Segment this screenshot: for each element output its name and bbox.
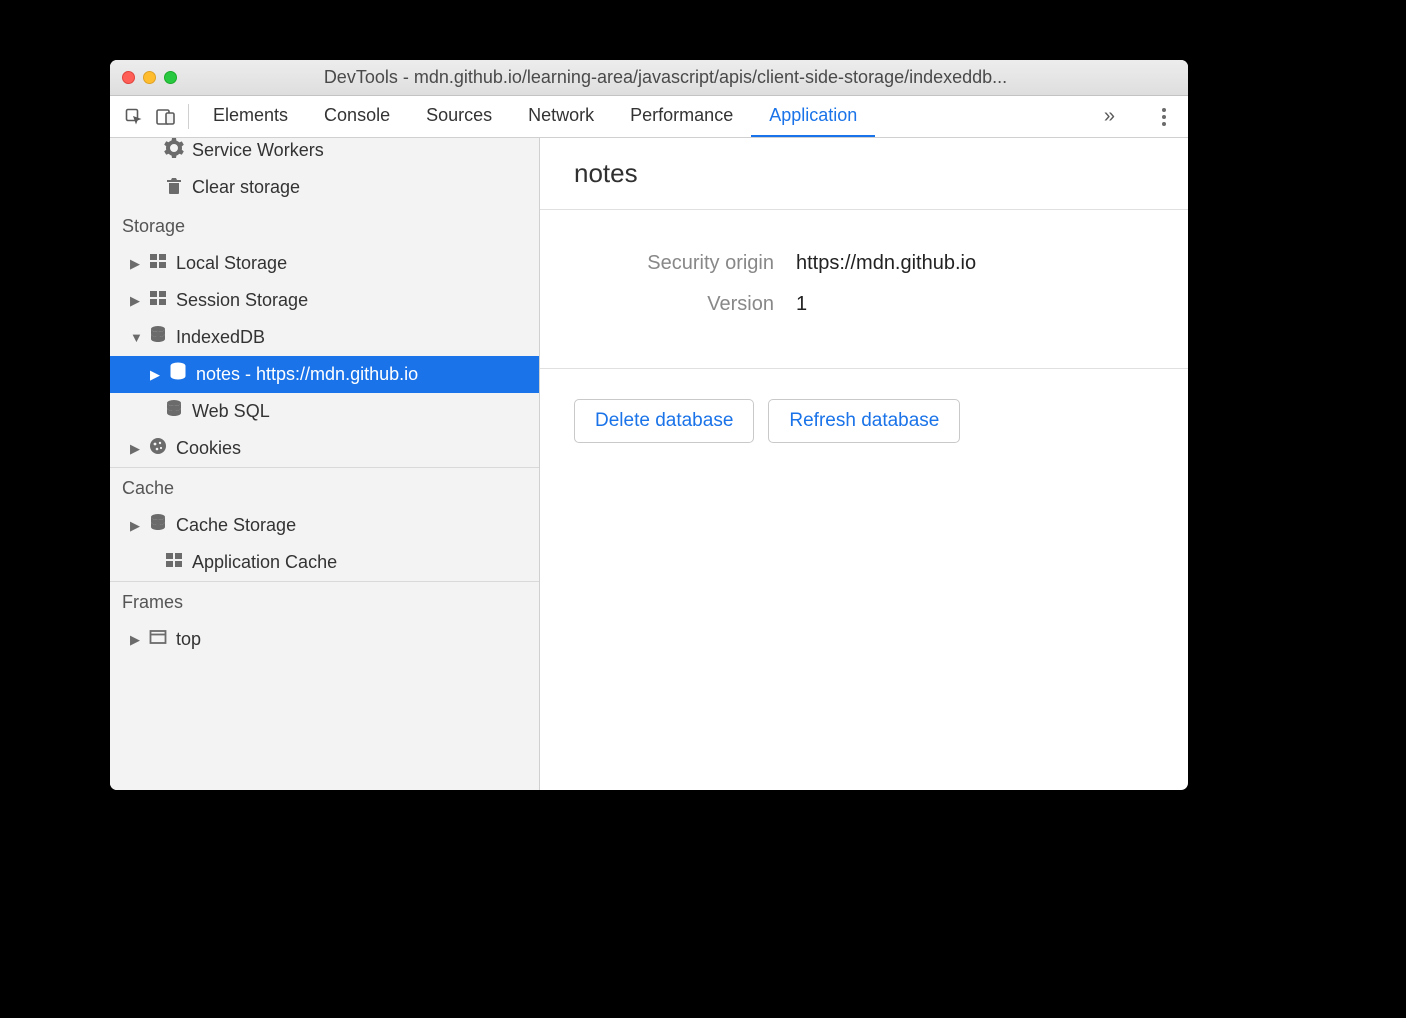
sidebar-item-indexeddb[interactable]: ▼ IndexedDB bbox=[110, 319, 539, 356]
chevron-right-icon: ▶ bbox=[130, 441, 140, 457]
window-title: DevTools - mdn.github.io/learning-area/j… bbox=[195, 67, 1176, 88]
grid-icon bbox=[148, 288, 168, 313]
sidebar-item-label: Clear storage bbox=[192, 177, 300, 198]
sidebar-item-label: top bbox=[176, 629, 201, 650]
sidebar-item-label: Session Storage bbox=[176, 290, 308, 311]
devtools-tabs: ElementsConsoleSourcesNetworkPerformance… bbox=[195, 96, 1096, 137]
sidebar-item-label: Web SQL bbox=[192, 401, 270, 422]
window-titlebar: DevTools - mdn.github.io/learning-area/j… bbox=[110, 60, 1188, 96]
sidebar-item-label: Application Cache bbox=[192, 552, 337, 573]
minimize-window-button[interactable] bbox=[143, 71, 156, 84]
sidebar-item-label: Cache Storage bbox=[176, 515, 296, 536]
delete-database-button[interactable]: Delete database bbox=[574, 399, 754, 443]
grid-icon bbox=[164, 550, 184, 575]
close-window-button[interactable] bbox=[122, 71, 135, 84]
sidebar-item-cookies[interactable]: ▶ Cookies bbox=[110, 430, 539, 467]
chevron-right-icon: ▶ bbox=[130, 632, 140, 648]
property-label: Security origin bbox=[574, 252, 774, 275]
frame-icon bbox=[148, 627, 168, 652]
zoom-window-button[interactable] bbox=[164, 71, 177, 84]
application-sidebar: Service Workers Clear storage Storage ▶ Loc… bbox=[110, 138, 540, 790]
property-value: https://mdn.github.io bbox=[796, 252, 976, 275]
sidebar-item-label: IndexedDB bbox=[176, 327, 265, 348]
chevron-right-icon: ▶ bbox=[130, 518, 140, 534]
sidebar-item-session-storage[interactable]: ▶ Session Storage bbox=[110, 282, 539, 319]
grid-icon bbox=[148, 251, 168, 276]
toolbar-separator bbox=[188, 104, 189, 129]
database-icon bbox=[164, 399, 184, 424]
trash-icon bbox=[164, 175, 184, 200]
application-content: notes Security origin https://mdn.github.… bbox=[540, 138, 1188, 790]
sidebar-item-label: Cookies bbox=[176, 438, 241, 459]
property-label: Version bbox=[574, 293, 774, 316]
sidebar-item-service-workers[interactable]: Service Workers bbox=[110, 138, 539, 169]
sidebar-item-local-storage[interactable]: ▶ Local Storage bbox=[110, 245, 539, 282]
sidebar-section-storage: Storage bbox=[110, 206, 539, 245]
cookie-icon bbox=[148, 436, 168, 461]
property-row: Security origin https://mdn.github.io bbox=[574, 252, 1154, 275]
chevron-down-icon: ▼ bbox=[130, 330, 140, 345]
inspect-element-icon[interactable] bbox=[118, 96, 150, 137]
property-value: 1 bbox=[796, 293, 807, 316]
tabs-overflow-button[interactable]: » bbox=[1104, 105, 1115, 128]
sidebar-item-label: notes - https://mdn.github.io bbox=[196, 364, 418, 385]
tab-elements[interactable]: Elements bbox=[195, 96, 306, 137]
settings-menu-button[interactable] bbox=[1156, 108, 1172, 126]
devtools-toolbar: ElementsConsoleSourcesNetworkPerformance… bbox=[110, 96, 1188, 138]
database-icon bbox=[148, 513, 168, 538]
gear-icon bbox=[164, 138, 184, 163]
sidebar-item-cache-storage[interactable]: ▶ Cache Storage bbox=[110, 507, 539, 544]
sidebar-item-application-cache[interactable]: Application Cache bbox=[110, 544, 539, 581]
tab-sources[interactable]: Sources bbox=[408, 96, 510, 137]
database-actions: Delete database Refresh database bbox=[540, 369, 1188, 473]
tab-console[interactable]: Console bbox=[306, 96, 408, 137]
sidebar-item-notes-https-mdn-github-io[interactable]: ▶ notes - https://mdn.github.io bbox=[110, 356, 539, 393]
refresh-database-button[interactable]: Refresh database bbox=[768, 399, 960, 443]
database-icon bbox=[168, 362, 188, 387]
sidebar-item-label: Local Storage bbox=[176, 253, 287, 274]
database-heading: notes bbox=[540, 138, 1188, 210]
sidebar-section-cache: Cache bbox=[110, 467, 539, 507]
traffic-lights bbox=[122, 71, 177, 84]
sidebar-item-top[interactable]: ▶ top bbox=[110, 621, 539, 658]
sidebar-item-label: Service Workers bbox=[192, 140, 324, 161]
tab-application[interactable]: Application bbox=[751, 96, 875, 137]
devtools-window: DevTools - mdn.github.io/learning-area/j… bbox=[110, 60, 1188, 790]
database-properties: Security origin https://mdn.github.io Vers… bbox=[540, 210, 1188, 369]
chevron-right-icon: ▶ bbox=[130, 256, 140, 272]
sidebar-section-frames: Frames bbox=[110, 581, 539, 621]
devtools-body: Service Workers Clear storage Storage ▶ Loc… bbox=[110, 138, 1188, 790]
database-icon bbox=[148, 325, 168, 350]
chevron-right-icon: ▶ bbox=[150, 367, 160, 383]
toggle-device-icon[interactable] bbox=[150, 96, 182, 137]
property-row: Version 1 bbox=[574, 293, 1154, 316]
sidebar-item-web-sql[interactable]: Web SQL bbox=[110, 393, 539, 430]
chevron-right-icon: ▶ bbox=[130, 293, 140, 309]
tab-performance[interactable]: Performance bbox=[612, 96, 751, 137]
sidebar-item-clear-storage[interactable]: Clear storage bbox=[110, 169, 539, 206]
tab-network[interactable]: Network bbox=[510, 96, 612, 137]
